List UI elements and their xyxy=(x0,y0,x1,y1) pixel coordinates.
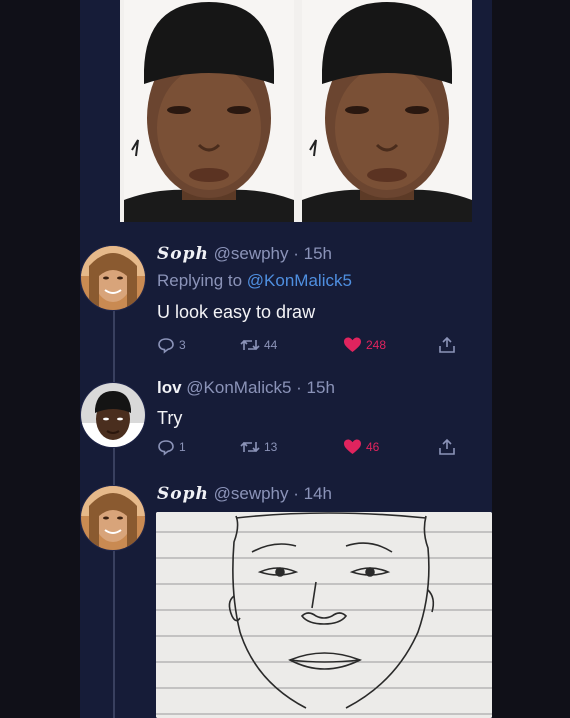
like-count: 248 xyxy=(366,338,387,352)
display-name[interactable]: Soph xyxy=(157,244,209,264)
retweet-icon xyxy=(240,438,260,456)
retweet-button[interactable]: 13 xyxy=(240,438,277,456)
reply-button[interactable]: 1 xyxy=(157,438,186,456)
face-photo-right xyxy=(302,0,472,222)
tweet-header: Soph @sewphy · 15h xyxy=(157,244,332,264)
tweet-actions: 1 13 46 xyxy=(157,438,467,460)
reply-count: 3 xyxy=(179,338,186,352)
tweet-text: Try xyxy=(157,408,183,428)
replying-to-label: Replying to xyxy=(157,271,243,290)
timestamp[interactable]: 15h xyxy=(307,378,335,397)
tweet-text: U look easy to draw xyxy=(157,302,316,322)
heart-icon xyxy=(343,438,362,456)
share-icon xyxy=(438,438,456,456)
share-button[interactable] xyxy=(438,438,456,456)
face-photo-left xyxy=(124,0,294,222)
handle[interactable]: @KonMalick5 xyxy=(186,378,291,397)
tweet-media-drawing[interactable] xyxy=(156,512,492,718)
share-button[interactable] xyxy=(438,336,456,354)
display-name[interactable]: lov xyxy=(157,378,182,397)
share-icon xyxy=(438,336,456,354)
timestamp[interactable]: 14h xyxy=(304,484,332,503)
handle[interactable]: @sewphy xyxy=(214,244,289,263)
tweet-header: lov @KonMalick5 · 15h xyxy=(157,378,335,398)
like-button[interactable]: 46 xyxy=(343,438,379,456)
like-button[interactable]: 248 xyxy=(343,336,386,354)
retweet-count: 44 xyxy=(264,338,278,352)
separator: · xyxy=(288,244,304,263)
mention-link[interactable]: @KonMalick5 xyxy=(247,271,352,290)
reply-icon xyxy=(157,336,175,354)
avatar-lov[interactable] xyxy=(80,382,146,448)
avatar-soph[interactable] xyxy=(80,485,146,551)
tweet-header: Soph @sewphy · 14h xyxy=(157,484,332,504)
handle[interactable]: @sewphy xyxy=(214,484,289,503)
retweet-icon xyxy=(240,336,260,354)
heart-icon xyxy=(343,336,362,354)
replying-to-line: Replying to @KonMalick5 xyxy=(157,271,352,291)
separator: · xyxy=(288,484,304,503)
retweet-button[interactable]: 44 xyxy=(240,336,277,354)
tweet-actions: 3 44 248 xyxy=(157,336,467,358)
separator: · xyxy=(291,378,307,397)
reply-button[interactable]: 3 xyxy=(157,336,186,354)
avatar-soph[interactable] xyxy=(80,245,146,311)
tweet-media-photos[interactable] xyxy=(120,0,472,222)
like-count: 46 xyxy=(366,440,380,454)
timestamp[interactable]: 15h xyxy=(304,244,332,263)
reply-count: 1 xyxy=(179,440,186,454)
retweet-count: 13 xyxy=(264,440,278,454)
reply-icon xyxy=(157,438,175,456)
display-name[interactable]: Soph xyxy=(157,484,209,504)
